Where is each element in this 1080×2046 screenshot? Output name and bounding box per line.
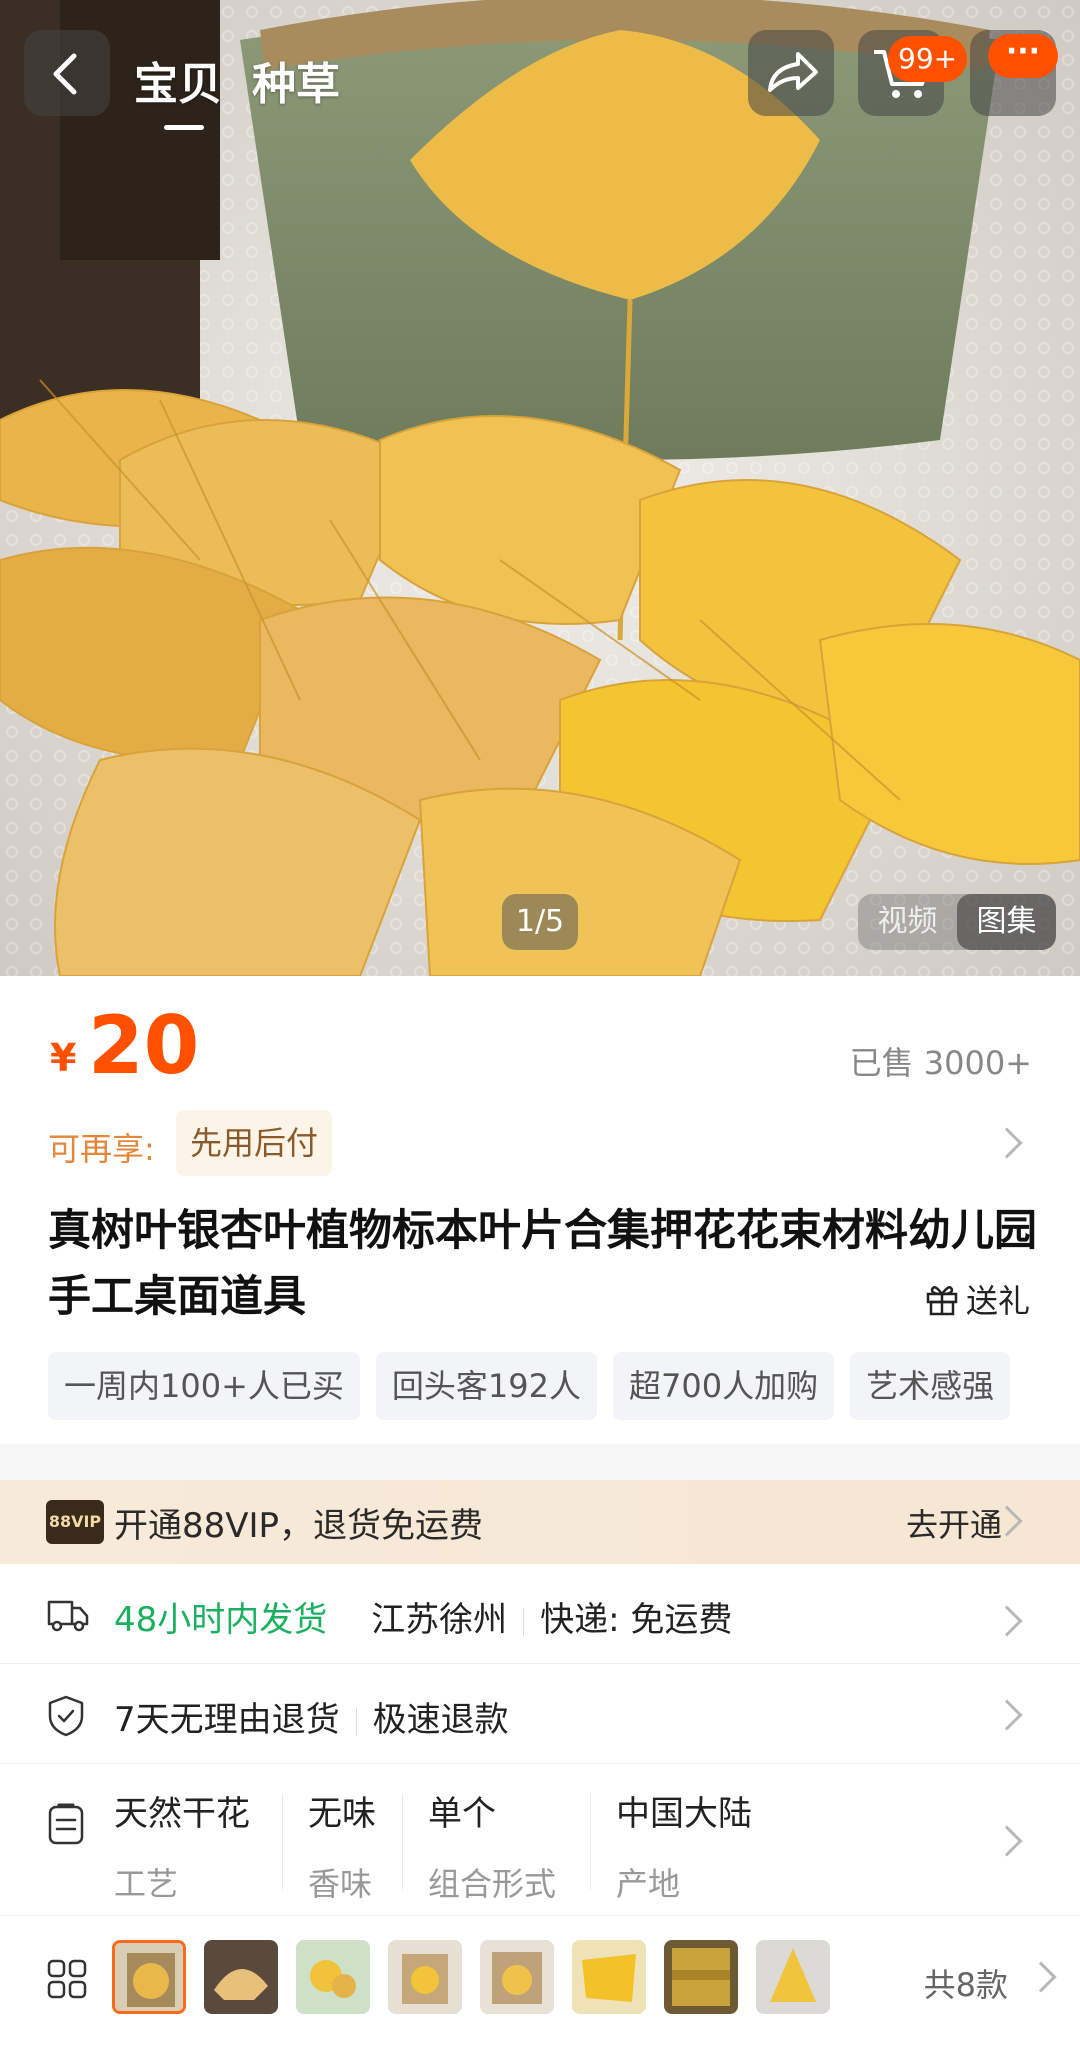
- chevron-right-icon: [991, 1605, 1023, 1637]
- truck-icon: [47, 1600, 89, 1632]
- list-icon: [48, 1803, 84, 1845]
- header-tabs: 宝贝 种草: [134, 48, 340, 130]
- attribute-item: 中国大陆 产地: [616, 1794, 752, 1903]
- delivery-fee: 快递: 免运费: [540, 1600, 733, 1640]
- variant-thumbnail[interactable]: [112, 1940, 186, 2014]
- gift-icon: [926, 1286, 958, 1316]
- tab-product[interactable]: 宝贝: [134, 48, 222, 130]
- attributes-row[interactable]: 天然干花 工艺 无味 香味 单个 组合形式 中国大陆 产地: [0, 1766, 1080, 1916]
- variant-thumbnail[interactable]: [296, 1940, 370, 2014]
- product-title: 真树叶银杏叶植物标本叶片合集押花花束材料幼儿园手工桌面道具: [48, 1206, 1037, 1322]
- variant-thumbnail[interactable]: [204, 1940, 278, 2014]
- attribute-item: 无味 香味: [308, 1794, 376, 1903]
- ship-origin: 江苏徐州: [371, 1600, 508, 1640]
- vip-banner[interactable]: 88VIP 开通88VIP，退货免运费 去开通: [0, 1480, 1080, 1564]
- tab-gallery[interactable]: 图集: [957, 894, 1056, 950]
- media-tabs: 视频 图集: [858, 894, 1056, 950]
- gallery-pager: 1/5: [502, 894, 578, 950]
- chevron-right-icon: [1025, 1961, 1057, 1993]
- pay-later-tag: 先用后付: [176, 1110, 333, 1176]
- returns-row[interactable]: 7天无理由退货 极速退款: [0, 1664, 1080, 1764]
- share-icon: [768, 52, 818, 92]
- section-divider: [0, 1444, 1080, 1480]
- price-section: ¥ 20 已售 3000+: [0, 976, 1080, 1106]
- attribute-item: 单个 组合形式: [428, 1794, 557, 1903]
- variant-thumbnail[interactable]: [572, 1940, 646, 2014]
- sold-count: 已售 3000+: [849, 1044, 1032, 1082]
- variant-thumbnail[interactable]: [664, 1940, 738, 2014]
- variant-count: 共8款: [923, 1966, 1008, 2004]
- top-navigation-bar: 宝贝 种草 99+ ···: [0, 30, 1080, 130]
- vip-activate-link[interactable]: 去开通: [906, 1500, 1002, 1546]
- gift-button[interactable]: 送礼: [924, 1276, 1030, 1322]
- product-image-gallery[interactable]: 宝贝 种草 99+ ··· 1/5 视频 图集: [0, 0, 1080, 976]
- vip-logo: 88VIP: [46, 1500, 104, 1544]
- back-button[interactable]: [24, 30, 110, 116]
- return-policy: 7天无理由退货: [114, 1700, 340, 1740]
- variant-thumbnail[interactable]: [756, 1940, 830, 2014]
- shipping-row[interactable]: 48小时内发货 江苏徐州 快递: 免运费: [0, 1564, 1080, 1664]
- currency-symbol: ¥: [50, 1036, 77, 1080]
- tag-item: 超700人加购: [613, 1352, 835, 1420]
- tab-video[interactable]: 视频: [858, 894, 957, 950]
- tag-item: 一周内100+人已买: [48, 1352, 360, 1420]
- attribute-item: 天然干花 工艺: [114, 1794, 250, 1903]
- tag-item: 回头客192人: [375, 1352, 597, 1420]
- ship-time: 48小时内发货: [114, 1600, 328, 1640]
- fast-refund: 极速退款: [372, 1700, 509, 1740]
- share-button[interactable]: [748, 30, 834, 116]
- shield-icon: [48, 1695, 84, 1737]
- product-photo: [0, 0, 1080, 976]
- tab-recommend[interactable]: 种草: [252, 48, 340, 112]
- vip-text: 开通88VIP，退货免运费: [114, 1506, 484, 1546]
- variant-selector[interactable]: 共8款: [0, 1916, 1080, 2046]
- more-menu-badge: ···: [988, 34, 1058, 78]
- promo-label: 可再享:: [48, 1130, 155, 1168]
- grid-icon: [47, 1959, 87, 1999]
- tag-item: 艺术感强: [850, 1352, 1011, 1420]
- chevron-right-icon: [991, 1825, 1023, 1857]
- product-tags: 一周内100+人已买 回头客192人 超700人加购 艺术感强: [48, 1352, 1034, 1420]
- promo-row[interactable]: 可再享: 先用后付: [0, 1106, 1080, 1180]
- chevron-right-icon: [991, 1127, 1023, 1159]
- cart-count-badge: 99+: [888, 36, 968, 82]
- back-arrow-icon: [53, 53, 77, 95]
- variant-thumbnail[interactable]: [480, 1940, 554, 2014]
- chevron-right-icon: [991, 1699, 1023, 1731]
- price-amount: 20: [88, 999, 200, 1092]
- gift-label: 送礼: [966, 1282, 1031, 1320]
- variant-thumbnail[interactable]: [388, 1940, 462, 2014]
